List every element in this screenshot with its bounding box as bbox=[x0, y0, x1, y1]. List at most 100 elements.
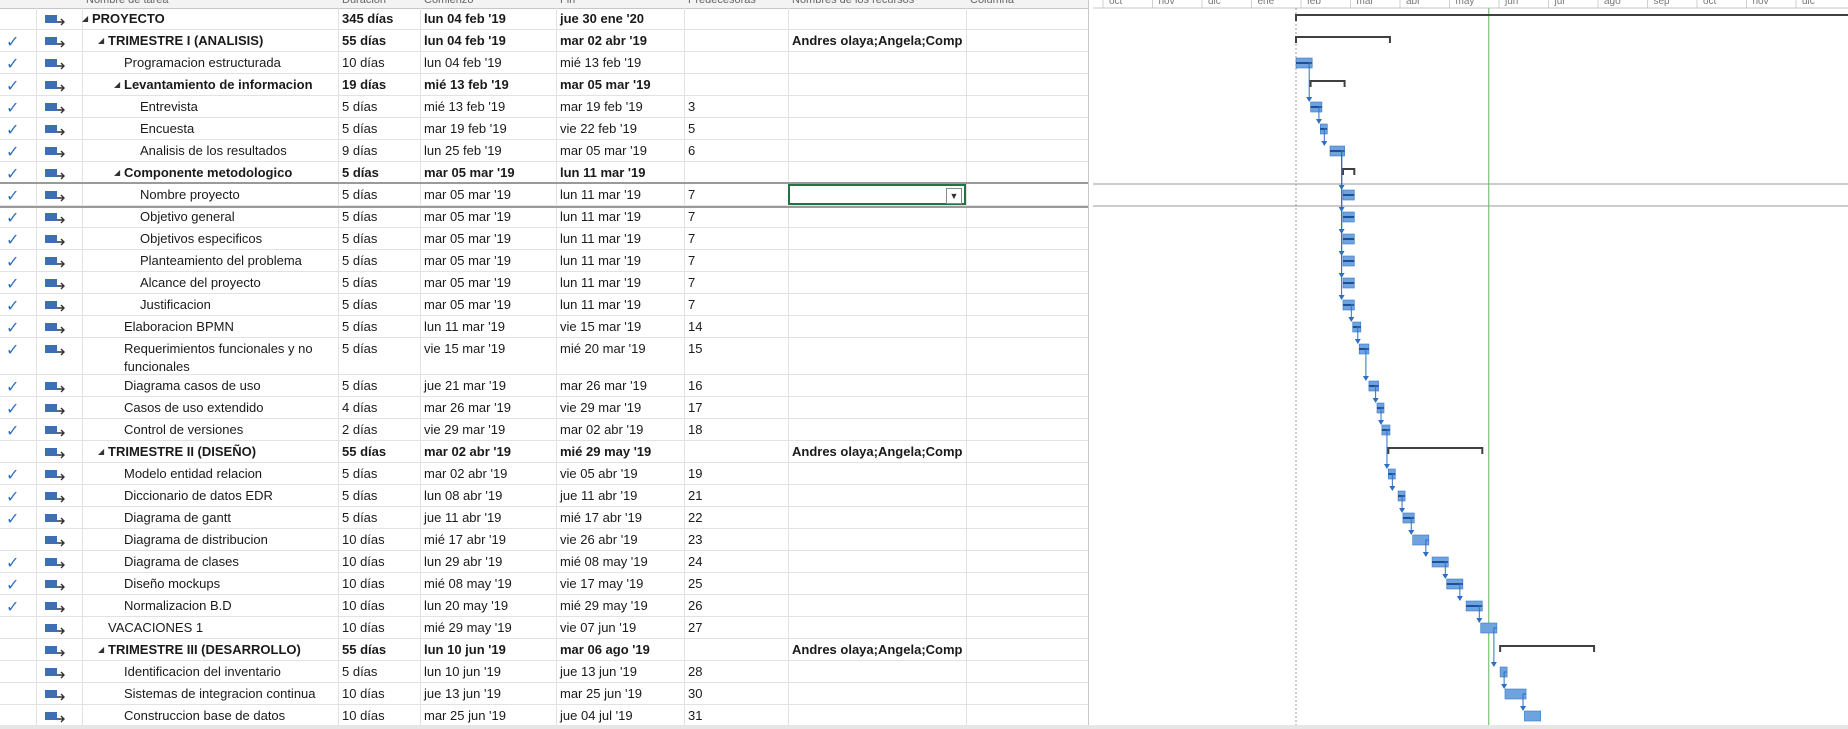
task-mode-cell[interactable] bbox=[36, 617, 83, 638]
predecessors-cell[interactable] bbox=[684, 162, 789, 183]
task-mode-cell[interactable] bbox=[36, 338, 83, 374]
predecessors-cell[interactable] bbox=[684, 30, 789, 51]
task-mode-cell[interactable] bbox=[36, 683, 83, 704]
predecessors-cell[interactable]: 5 bbox=[684, 118, 789, 139]
extra-cell[interactable] bbox=[966, 529, 1088, 550]
resources-cell[interactable] bbox=[788, 375, 967, 396]
predecessors-cell[interactable]: 17 bbox=[684, 397, 789, 418]
task-row[interactable]: ✓ Nombre proyecto 5 días mar 05 mar '19 lun … bbox=[0, 182, 1088, 208]
finish-cell[interactable]: mié 13 feb '19 bbox=[556, 52, 685, 73]
finish-cell[interactable]: mar 05 mar '19 bbox=[556, 140, 685, 161]
resources-cell[interactable] bbox=[788, 463, 967, 484]
predecessors-cell[interactable]: 7 bbox=[684, 294, 789, 315]
start-cell[interactable]: mar 05 mar '19 bbox=[420, 294, 557, 315]
start-cell[interactable]: lun 20 may '19 bbox=[420, 595, 557, 616]
duration-cell[interactable]: 5 días bbox=[338, 375, 421, 396]
duration-cell[interactable]: 10 días bbox=[338, 683, 421, 704]
extra-cell[interactable] bbox=[966, 375, 1088, 396]
task-name-cell[interactable]: ◢ TRIMESTRE I (ANALISIS) bbox=[82, 30, 339, 51]
task-row[interactable]: ◢ TRIMESTRE II (DISEÑO) 55 días mar 02 abr … bbox=[0, 441, 1088, 463]
start-cell[interactable]: mié 17 abr '19 bbox=[420, 529, 557, 550]
extra-cell[interactable] bbox=[966, 206, 1088, 227]
duration-cell[interactable]: 55 días bbox=[338, 30, 421, 51]
finish-cell[interactable]: lun 11 mar '19 bbox=[556, 250, 685, 271]
start-cell[interactable]: jue 21 mar '19 bbox=[420, 375, 557, 396]
task-mode-cell[interactable] bbox=[36, 272, 83, 293]
task-row[interactable]: ✓ ◢ Levantamiento de informacion 19 días mié… bbox=[0, 74, 1088, 96]
task-row[interactable]: ✓ Requerimientos funcionales y no funcion… bbox=[0, 338, 1088, 375]
task-row[interactable]: ✓ Diseño mockups 10 días mié 08 may '19 vie … bbox=[0, 573, 1088, 595]
extra-cell[interactable] bbox=[966, 228, 1088, 249]
task-name-cell[interactable]: Diagrama de clases bbox=[82, 551, 339, 572]
finish-cell[interactable]: mar 06 ago '19 bbox=[556, 639, 685, 660]
task-name-cell[interactable]: Encuesta bbox=[82, 118, 339, 139]
start-cell[interactable]: mar 05 mar '19 bbox=[420, 250, 557, 271]
duration-cell[interactable]: 5 días bbox=[338, 338, 421, 374]
task-row[interactable]: ✓ Modelo entidad relacion 5 días mar 02 abr… bbox=[0, 463, 1088, 485]
predecessors-cell[interactable]: 28 bbox=[684, 661, 789, 682]
task-name-cell[interactable]: ◢ Levantamiento de informacion bbox=[82, 74, 339, 95]
task-row[interactable]: ✓ Encuesta 5 días mar 19 feb '19 vie 22 feb … bbox=[0, 118, 1088, 140]
predecessors-cell[interactable]: 24 bbox=[684, 551, 789, 572]
duration-cell[interactable]: 10 días bbox=[338, 595, 421, 616]
predecessors-cell[interactable]: 23 bbox=[684, 529, 789, 550]
finish-cell[interactable]: jue 04 jul '19 bbox=[556, 705, 685, 726]
duration-cell[interactable]: 5 días bbox=[338, 463, 421, 484]
task-row[interactable]: ✓ Diagrama de gantt 5 días jue 11 abr '19 mi… bbox=[0, 507, 1088, 529]
predecessors-cell[interactable]: 6 bbox=[684, 140, 789, 161]
task-row[interactable]: ◢ TRIMESTRE III (DESARROLLO) 55 días lun 10… bbox=[0, 639, 1088, 661]
finish-cell[interactable]: mar 25 jun '19 bbox=[556, 683, 685, 704]
task-row[interactable]: ✓ Analisis de los resultados 9 días lun 25 … bbox=[0, 140, 1088, 162]
column-header[interactable] bbox=[4, 0, 32, 8]
start-cell[interactable]: lun 04 feb '19 bbox=[420, 52, 557, 73]
task-row[interactable]: Identificacion del inventario 5 días lun 1… bbox=[0, 661, 1088, 683]
extra-cell[interactable] bbox=[966, 507, 1088, 528]
resources-cell[interactable]: Andres olaya;Angela;Comp bbox=[788, 441, 967, 462]
duration-cell[interactable]: 2 días bbox=[338, 419, 421, 440]
start-cell[interactable]: lun 08 abr '19 bbox=[420, 485, 557, 506]
task-mode-cell[interactable] bbox=[36, 419, 83, 440]
column-header[interactable]: Nombres de los recursos bbox=[792, 0, 962, 8]
task-row[interactable]: ✓ Planteamiento del problema 5 días mar 05 … bbox=[0, 250, 1088, 272]
resources-cell[interactable] bbox=[788, 162, 967, 183]
task-mode-cell[interactable] bbox=[36, 507, 83, 528]
finish-cell[interactable]: vie 05 abr '19 bbox=[556, 463, 685, 484]
duration-cell[interactable]: 55 días bbox=[338, 639, 421, 660]
task-row[interactable]: ◢ PROYECTO 345 días lun 04 feb '19 jue 30 en… bbox=[0, 8, 1088, 30]
resources-cell[interactable] bbox=[788, 140, 967, 161]
duration-cell[interactable]: 10 días bbox=[338, 52, 421, 73]
task-name-cell[interactable]: Diagrama de distribucion bbox=[82, 529, 339, 550]
finish-cell[interactable]: mar 05 mar '19 bbox=[556, 74, 685, 95]
predecessors-cell[interactable]: 21 bbox=[684, 485, 789, 506]
start-cell[interactable]: mar 05 mar '19 bbox=[420, 206, 557, 227]
duration-cell[interactable]: 19 días bbox=[338, 74, 421, 95]
task-name-cell[interactable]: Modelo entidad relacion bbox=[82, 463, 339, 484]
task-mode-cell[interactable] bbox=[36, 661, 83, 682]
start-cell[interactable]: mié 13 feb '19 bbox=[420, 74, 557, 95]
task-mode-cell[interactable] bbox=[36, 441, 83, 462]
task-mode-cell[interactable] bbox=[36, 573, 83, 594]
task-mode-cell[interactable] bbox=[36, 140, 83, 161]
predecessors-cell[interactable] bbox=[684, 8, 789, 29]
finish-cell[interactable]: mié 29 may '19 bbox=[556, 441, 685, 462]
start-cell[interactable]: mar 05 mar '19 bbox=[420, 228, 557, 249]
resources-cell[interactable] bbox=[788, 206, 967, 227]
start-cell[interactable]: mar 05 mar '19 bbox=[420, 272, 557, 293]
start-cell[interactable]: mar 05 mar '19 bbox=[420, 162, 557, 183]
predecessors-cell[interactable]: 31 bbox=[684, 705, 789, 726]
task-row[interactable]: ✓ Diagrama de clases 10 días lun 29 abr '19… bbox=[0, 551, 1088, 573]
task-mode-cell[interactable] bbox=[36, 96, 83, 117]
task-mode-cell[interactable] bbox=[36, 316, 83, 337]
extra-cell[interactable] bbox=[966, 639, 1088, 660]
duration-cell[interactable]: 345 días bbox=[338, 8, 421, 29]
resources-cell[interactable] bbox=[788, 338, 967, 374]
task-mode-cell[interactable] bbox=[36, 74, 83, 95]
extra-cell[interactable] bbox=[966, 485, 1088, 506]
task-mode-cell[interactable] bbox=[36, 162, 83, 183]
duration-cell[interactable]: 4 días bbox=[338, 397, 421, 418]
collapse-triangle-icon[interactable]: ◢ bbox=[82, 14, 88, 23]
task-mode-cell[interactable] bbox=[36, 8, 83, 29]
resources-cell[interactable]: Andres olaya;Angela;Comp bbox=[788, 639, 967, 660]
task-mode-cell[interactable] bbox=[36, 397, 83, 418]
duration-cell[interactable]: 5 días bbox=[338, 206, 421, 227]
